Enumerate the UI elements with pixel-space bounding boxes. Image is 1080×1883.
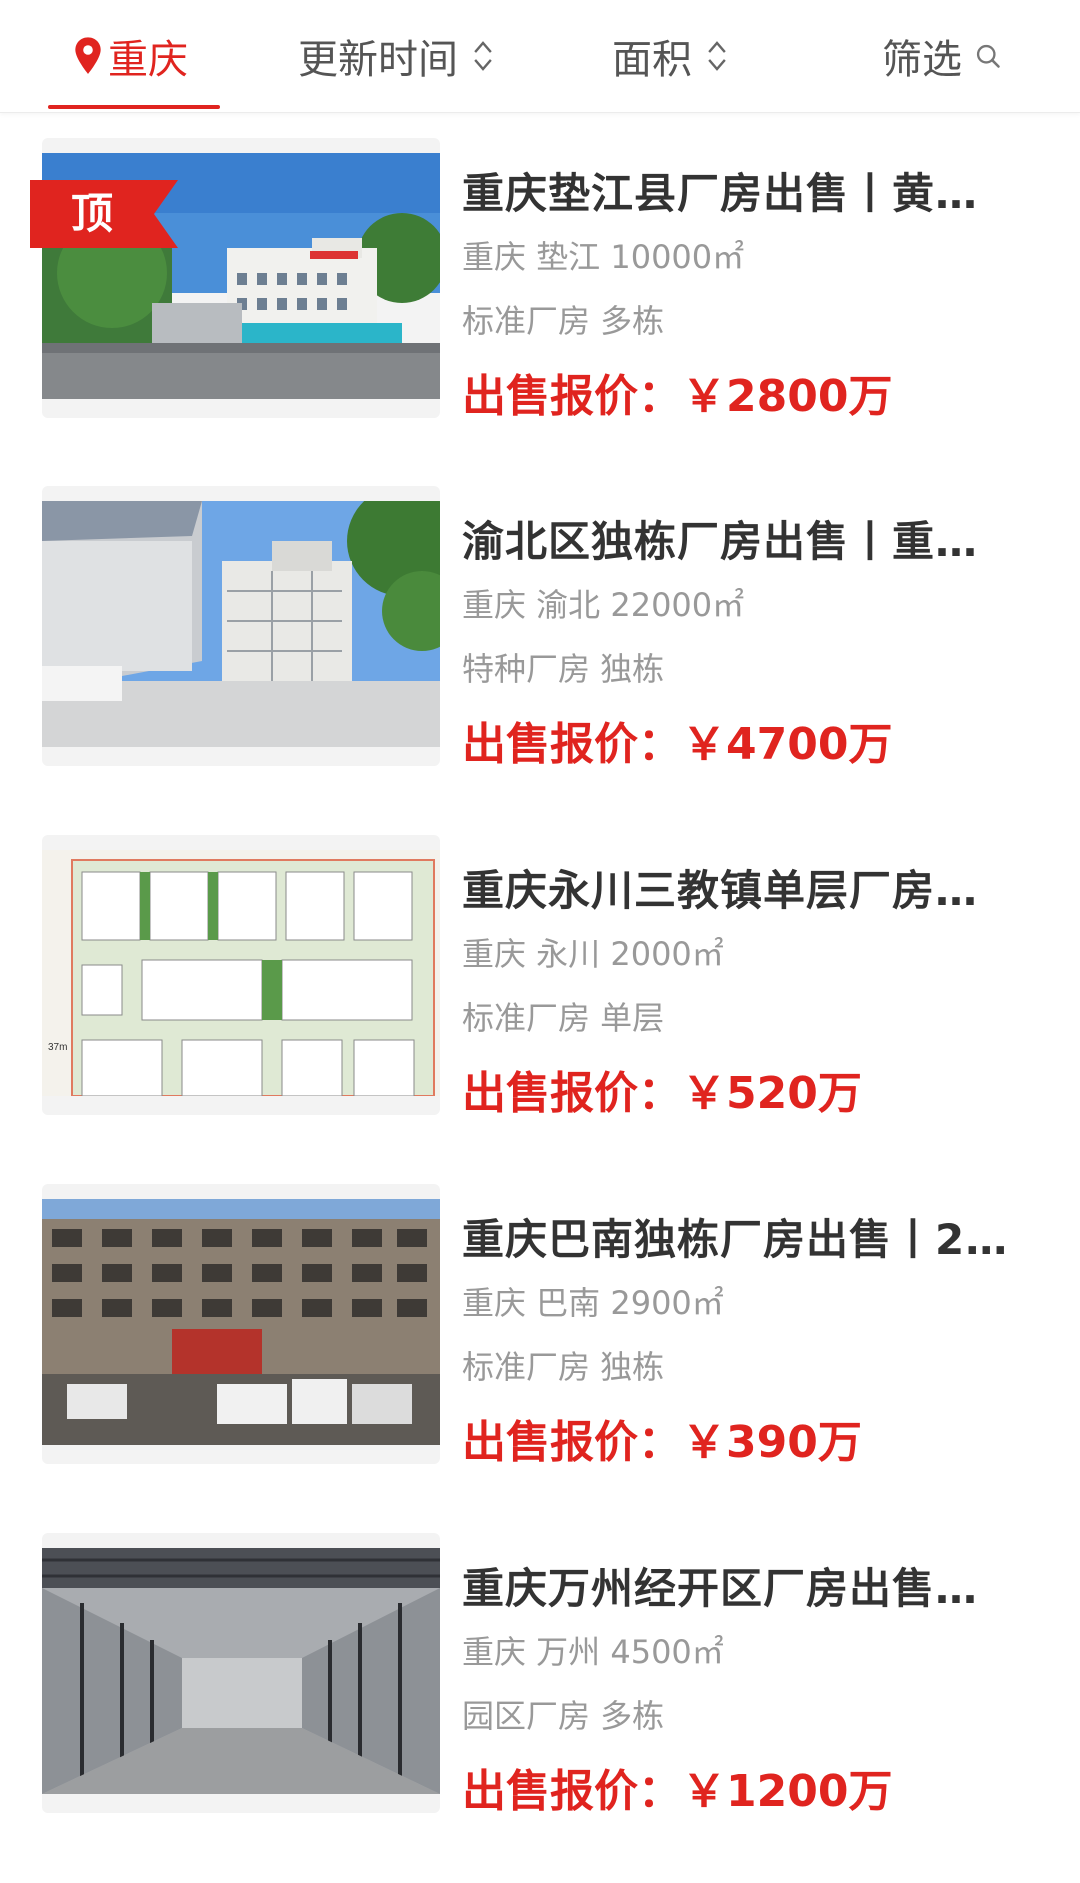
listing-price: 出售报价：￥520万 (462, 1068, 862, 1119)
search-icon (976, 44, 1000, 68)
sort-by-update-time[interactable]: 更新时间 (298, 0, 494, 112)
filter-button[interactable]: 筛选 (882, 0, 1002, 112)
listing-location-area: 重庆 巴南 2900㎡ (462, 1284, 724, 1322)
city-label: 重庆 (108, 37, 188, 83)
listing-location-area: 重庆 永川 2000㎡ (462, 935, 724, 973)
listing-price: 出售报价：￥390万 (462, 1417, 862, 1468)
listing-price: 出售报价：￥4700万 (462, 719, 893, 770)
listing-card[interactable]: 重庆万州经开区厂房出售… 重庆 万州 4500㎡ 园区厂房 多栋 出售报价：￥1… (0, 1533, 1080, 1817)
listing-tags: 标准厂房 多栋 (462, 302, 665, 340)
listing-title[interactable]: 重庆垫江县厂房出售丨黄… (462, 160, 1032, 221)
sort-updown-icon (474, 41, 492, 71)
listing-price: 出售报价：￥1200万 (462, 1766, 893, 1817)
svg-text:37m: 37m (48, 1042, 67, 1053)
listing-thumbnail (42, 1199, 440, 1445)
listing-tags: 园区厂房 多栋 (462, 1697, 665, 1735)
listing-card[interactable]: 顶 重庆垫江县厂房出售丨黄… 重庆 垫江 10000㎡ 标准厂房 多栋 出售报价… (0, 138, 1080, 422)
top-badge-label: 顶 (70, 189, 113, 238)
filter-label: 筛选 (882, 37, 962, 83)
listing-title[interactable]: 重庆巴南独栋厂房出售丨2… (462, 1206, 1032, 1267)
sort-updown-icon (708, 41, 726, 71)
listing-card[interactable]: 37m 重庆永川三教镇单层厂房… 重庆 永川 2000㎡ 标准厂房 单层 出售报… (0, 835, 1080, 1119)
listing-location-area: 重庆 万州 4500㎡ (462, 1633, 724, 1671)
listing-location-area: 重庆 渝北 22000㎡ (462, 586, 745, 624)
location-pin-icon (75, 37, 101, 74)
listing-card[interactable]: 重庆巴南独栋厂房出售丨2… 重庆 巴南 2900㎡ 标准厂房 独栋 出售报价：￥… (0, 1184, 1080, 1468)
listing-thumbnail (42, 501, 440, 747)
update-time-label: 更新时间 (298, 37, 458, 83)
listing-title[interactable]: 重庆永川三教镇单层厂房… (462, 857, 1032, 918)
listing-tags: 特种厂房 独栋 (462, 650, 665, 688)
listing-price: 出售报价：￥2800万 (462, 371, 893, 422)
area-label: 面积 (612, 37, 692, 83)
sort-by-area[interactable]: 面积 (612, 0, 728, 112)
listing-title[interactable]: 渝北区独栋厂房出售丨重… (462, 508, 1032, 569)
listing-thumbnail (42, 1548, 440, 1794)
listing-tags: 标准厂房 单层 (462, 999, 665, 1037)
listing-location-area: 重庆 垫江 10000㎡ (462, 238, 745, 276)
listing-thumbnail: 37m (42, 850, 440, 1096)
listing-title[interactable]: 重庆万州经开区厂房出售… (462, 1555, 1032, 1616)
listing-tags: 标准厂房 独栋 (462, 1348, 665, 1386)
active-tab-underline (48, 105, 220, 109)
city-selector[interactable]: 重庆 (72, 0, 188, 112)
filter-bar: 重庆 更新时间 面积 筛选 (0, 0, 1080, 113)
listing-card[interactable]: 渝北区独栋厂房出售丨重… 重庆 渝北 22000㎡ 特种厂房 独栋 出售报价：￥… (0, 486, 1080, 770)
